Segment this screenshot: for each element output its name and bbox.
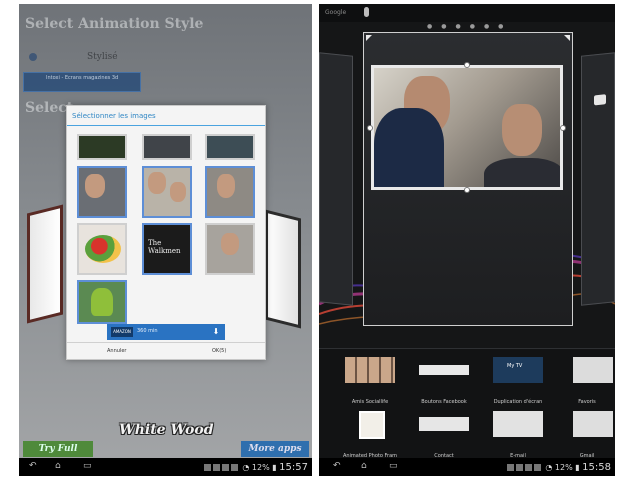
download-arrow-icon: ⬇ [212, 327, 220, 336]
location-pin-icon [29, 53, 37, 61]
left-screen: Select Animation Style Stylisé Intoxi - … [19, 4, 312, 476]
style-option-row[interactable]: Stylisé [27, 50, 297, 68]
wifi-icon: ◔ [545, 463, 553, 472]
widget-contact[interactable]: Contact [411, 407, 477, 459]
clock: 15:57 [279, 462, 308, 473]
widget-amis-sociallife[interactable]: Amis Sociallife [337, 353, 403, 405]
widget-caption: Amis Sociallife [351, 399, 389, 405]
camera-icon [594, 94, 606, 106]
dialog-title-divider [67, 125, 265, 126]
notification-icon [524, 464, 532, 471]
status-bar-left: ↶ ⌂ ▭ ◔ 12% ▮ 15:57 [19, 458, 312, 476]
notification-icon [230, 464, 238, 471]
image-thumb[interactable] [205, 223, 255, 275]
door-frame-right [265, 209, 301, 329]
image-thumb[interactable] [142, 134, 192, 160]
page-indicator-dots: ●●●●●● [427, 23, 513, 30]
notification-icon [212, 464, 220, 471]
widget-favoris[interactable]: Favoris [559, 353, 615, 405]
animation-style-title: Select Animation Style [25, 16, 204, 32]
home-panel-right[interactable] [581, 52, 615, 306]
google-search-label[interactable]: Google [325, 9, 346, 16]
door-frame-left [27, 204, 63, 324]
system-tray: ◔ 12% ▮ 15:58 [506, 462, 611, 473]
widget-tray: Amis Sociallife Boutons Facebook My TV D… [319, 348, 615, 459]
microphone-icon[interactable] [364, 7, 369, 17]
cancel-button[interactable]: Annuler [107, 348, 126, 354]
widget-caption: Favoris [578, 399, 596, 405]
widget-notification[interactable]: Intoxi - Ecrans magazines 3d [23, 72, 141, 92]
notification-icon [506, 464, 514, 471]
notification-icon [515, 464, 523, 471]
system-tray: ◔ 12% ▮ 15:57 [203, 462, 308, 473]
status-bar-right: ↶ ⌂ ▭ ◔ 12% ▮ 15:58 [319, 458, 615, 476]
download-bar[interactable]: AMAZON 360 min ⬇ [107, 324, 225, 340]
image-thumb[interactable] [77, 223, 127, 275]
panel-corner-marker [564, 35, 570, 41]
widget-animated-photo-frame[interactable]: Animated Photo Fram [337, 407, 403, 459]
image-picker-dialog: Sélectionner les images The Walkmen AMAZ… [66, 105, 266, 360]
recent-apps-icon[interactable]: ▭ [83, 461, 92, 471]
resize-handle-left[interactable] [367, 125, 373, 131]
home-icon[interactable]: ⌂ [55, 461, 61, 471]
theme-name-label: White Wood [119, 422, 214, 438]
image-thumb[interactable] [77, 134, 127, 160]
home-icon[interactable]: ⌂ [361, 461, 367, 471]
image-thumb-selected[interactable] [142, 166, 192, 218]
back-icon[interactable]: ↶ [29, 461, 37, 471]
battery-icon: ▮ [575, 463, 580, 472]
resize-handle-bottom[interactable] [464, 187, 470, 193]
walkmen-thumb-text: The Walkmen [148, 239, 181, 255]
widget-duplication-ecran[interactable]: My TV Duplication d'écran [485, 353, 551, 405]
panel-corner-marker [366, 35, 372, 41]
back-icon[interactable]: ↶ [333, 461, 341, 471]
widget-gmail[interactable]: Gmail [559, 407, 615, 459]
battery-percent: 12% [554, 463, 573, 472]
notification-icon [203, 464, 211, 471]
image-thumb-selected[interactable] [77, 280, 127, 324]
notification-icon [221, 464, 229, 471]
widget-boutons-facebook[interactable]: Boutons Facebook [411, 353, 477, 405]
mytv-label: My TV [507, 363, 523, 369]
dialog-footer: Annuler OK(5) [67, 342, 265, 360]
dialog-title: Sélectionner les images [72, 112, 156, 120]
widget-notification-text: Intoxi - Ecrans magazines 3d [46, 75, 119, 81]
download-logo: AMAZON [111, 327, 133, 337]
image-thumb[interactable] [205, 134, 255, 160]
resize-handle-top[interactable] [464, 62, 470, 68]
battery-icon: ▮ [272, 463, 277, 472]
resize-handle-right[interactable] [560, 125, 566, 131]
recent-apps-icon[interactable]: ▭ [389, 461, 398, 471]
notification-icon [533, 464, 541, 471]
home-panel-left[interactable] [319, 52, 353, 306]
battery-percent: 12% [251, 463, 270, 472]
photo-widget[interactable] [371, 65, 563, 190]
ok-button[interactable]: OK(5) [212, 348, 226, 354]
image-thumb-selected[interactable] [205, 166, 255, 218]
widget-caption: Boutons Facebook [421, 399, 467, 405]
wifi-icon: ◔ [242, 463, 250, 472]
widget-email[interactable]: E-mail [485, 407, 551, 459]
more-apps-button[interactable]: More apps [241, 441, 309, 457]
try-full-version-button[interactable]: Try Full Version [23, 441, 93, 470]
style-option-label: Stylisé [87, 52, 118, 62]
image-thumb-selected[interactable] [77, 166, 127, 218]
clock: 15:58 [582, 462, 611, 473]
widget-caption: Duplication d'écran [493, 399, 543, 405]
right-screen: Google ●●●●●● Amis Sociallife Boutons Fa… [319, 4, 615, 476]
image-thumb-selected[interactable]: The Walkmen [142, 223, 192, 275]
download-bar-label: 360 min [137, 328, 158, 334]
